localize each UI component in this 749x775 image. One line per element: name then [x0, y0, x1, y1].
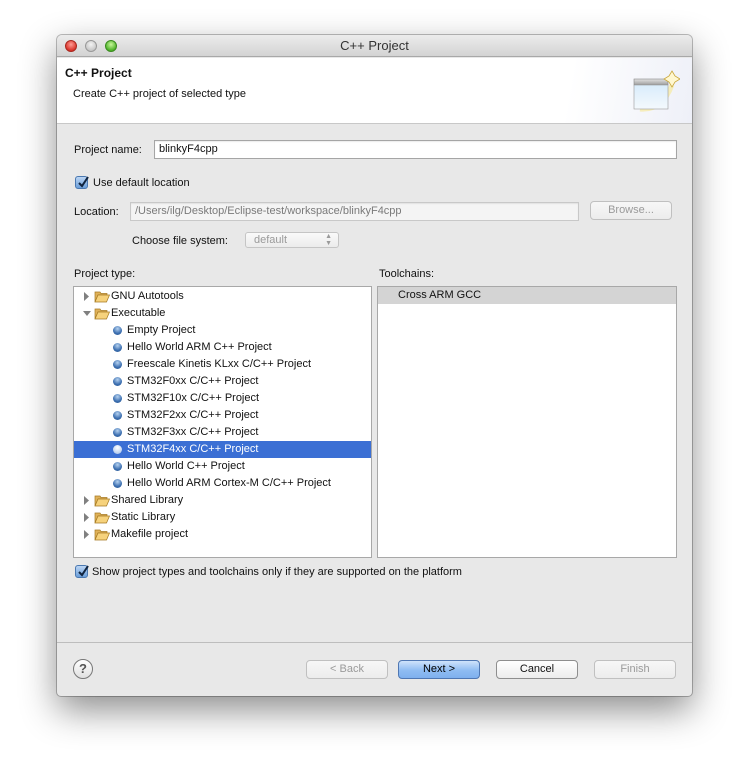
tree-item-label: Empty Project	[127, 324, 196, 336]
folder-icon	[94, 528, 111, 541]
tree-item-row[interactable]: STM32F3xx C/C++ Project	[74, 424, 371, 441]
tree-item-label: Makefile project	[111, 528, 189, 540]
minimize-window-button[interactable]	[85, 40, 97, 52]
project-template-icon	[113, 411, 122, 420]
folder-icon	[94, 494, 111, 507]
button-bar-separator	[57, 642, 692, 643]
help-button[interactable]: ?	[73, 659, 93, 679]
use-default-location-label: Use default location	[93, 177, 190, 189]
close-window-button[interactable]	[65, 40, 77, 52]
tree-item-row[interactable]: STM32F4xx C/C++ Project	[74, 441, 371, 458]
project-type-label: Project type:	[74, 268, 136, 280]
banner-title: C++ Project	[65, 66, 132, 80]
tree-item-row[interactable]: Hello World ARM C++ Project	[74, 339, 371, 356]
location-input[interactable]: /Users/ilg/Desktop/Eclipse-test/workspac…	[130, 202, 579, 221]
tree-item-label: Executable	[111, 307, 166, 319]
finish-button[interactable]: Finish	[594, 660, 676, 679]
file-system-label: Choose file system:	[132, 235, 228, 247]
project-template-icon	[113, 428, 122, 437]
project-template-icon	[113, 360, 122, 369]
disclosure-collapsed-icon[interactable]	[82, 492, 92, 509]
tree-item-row[interactable]: STM32F2xx C/C++ Project	[74, 407, 371, 424]
supported-only-checkbox[interactable]	[75, 565, 89, 578]
tree-item-label: Static Library	[111, 511, 176, 523]
tree-item-label: Shared Library	[111, 494, 184, 506]
new-project-wizard-icon	[633, 70, 680, 112]
project-template-icon	[113, 377, 122, 386]
folder-icon	[94, 307, 111, 320]
project-template-icon	[113, 479, 122, 488]
tree-item-label: STM32F10x C/C++ Project	[127, 392, 260, 404]
tree-item-label: STM32F2xx C/C++ Project	[127, 409, 259, 421]
tree-item-row[interactable]: Freescale Kinetis KLxx C/C++ Project	[74, 356, 371, 373]
project-template-icon	[113, 462, 122, 471]
tree-folder-row[interactable]: GNU Autotools	[74, 288, 371, 305]
project-template-icon	[113, 394, 122, 403]
next-button[interactable]: Next >	[398, 660, 480, 679]
project-name-label: Project name:	[74, 144, 142, 156]
project-template-icon	[113, 445, 122, 454]
toolchain-item[interactable]: Cross ARM GCC	[378, 287, 676, 304]
project-type-tree[interactable]: GNU Autotools Executable Empty Project Hell…	[73, 286, 372, 558]
toolchains-label: Toolchains:	[379, 268, 435, 280]
tree-item-row[interactable]: STM32F0xx C/C++ Project	[74, 373, 371, 390]
cancel-button[interactable]: Cancel	[496, 660, 578, 679]
tree-item-row[interactable]: Hello World ARM Cortex-M C/C++ Project	[74, 475, 371, 492]
stepper-arrows-icon: ▲ ▼	[325, 233, 332, 247]
supported-only-label: Show project types and toolchains only i…	[92, 566, 462, 578]
tree-folder-row[interactable]: Static Library	[74, 509, 371, 526]
tree-folder-row[interactable]: Makefile project	[74, 526, 371, 543]
tree-item-label: Hello World ARM Cortex-M C/C++ Project	[127, 477, 331, 489]
toolchains-list[interactable]: Cross ARM GCC	[377, 286, 677, 558]
tree-item-label: GNU Autotools	[111, 290, 184, 302]
project-name-input[interactable]: blinkyF4cpp	[154, 140, 677, 159]
tree-item-label: Hello World ARM C++ Project	[127, 341, 272, 353]
checkmark-icon	[78, 565, 89, 577]
tree-item-label: STM32F3xx C/C++ Project	[127, 426, 259, 438]
cpp-project-dialog: C++ Project C++ Project Create C++ proje…	[57, 35, 692, 696]
banner-description: Create C++ project of selected type	[73, 88, 247, 100]
tree-item-label: Hello World C++ Project	[127, 460, 245, 472]
help-icon: ?	[79, 661, 87, 676]
file-system-value: default	[254, 234, 288, 246]
tree-item-row[interactable]: STM32F10x C/C++ Project	[74, 390, 371, 407]
use-default-location-checkbox[interactable]	[75, 176, 89, 189]
tree-item-label: STM32F4xx C/C++ Project	[127, 443, 259, 455]
project-template-icon	[113, 326, 122, 335]
title-bar: C++ Project	[57, 35, 692, 57]
tree-item-row[interactable]: Empty Project	[74, 322, 371, 339]
tree-folder-row[interactable]: Shared Library	[74, 492, 371, 509]
folder-icon	[94, 511, 111, 524]
disclosure-collapsed-icon[interactable]	[82, 509, 92, 526]
tree-item-row[interactable]: Hello World C++ Project	[74, 458, 371, 475]
wizard-banner: C++ Project Create C++ project of select…	[57, 58, 692, 124]
back-button[interactable]: < Back	[306, 660, 388, 679]
tree-item-label: STM32F0xx C/C++ Project	[127, 375, 259, 387]
folder-icon	[94, 290, 111, 303]
location-label: Location:	[74, 206, 119, 218]
browse-button[interactable]: Browse...	[590, 201, 672, 220]
tree-item-label: Freescale Kinetis KLxx C/C++ Project	[127, 358, 312, 370]
file-system-select[interactable]: default ▲ ▼	[245, 232, 339, 248]
disclosure-collapsed-icon[interactable]	[82, 526, 92, 543]
zoom-window-button[interactable]	[105, 40, 117, 52]
window-title: C++ Project	[340, 38, 409, 53]
disclosure-expanded-icon[interactable]	[82, 305, 92, 322]
checkmark-icon	[78, 176, 89, 188]
tree-folder-row[interactable]: Executable	[74, 305, 371, 322]
project-template-icon	[113, 343, 122, 352]
disclosure-collapsed-icon[interactable]	[82, 288, 92, 305]
